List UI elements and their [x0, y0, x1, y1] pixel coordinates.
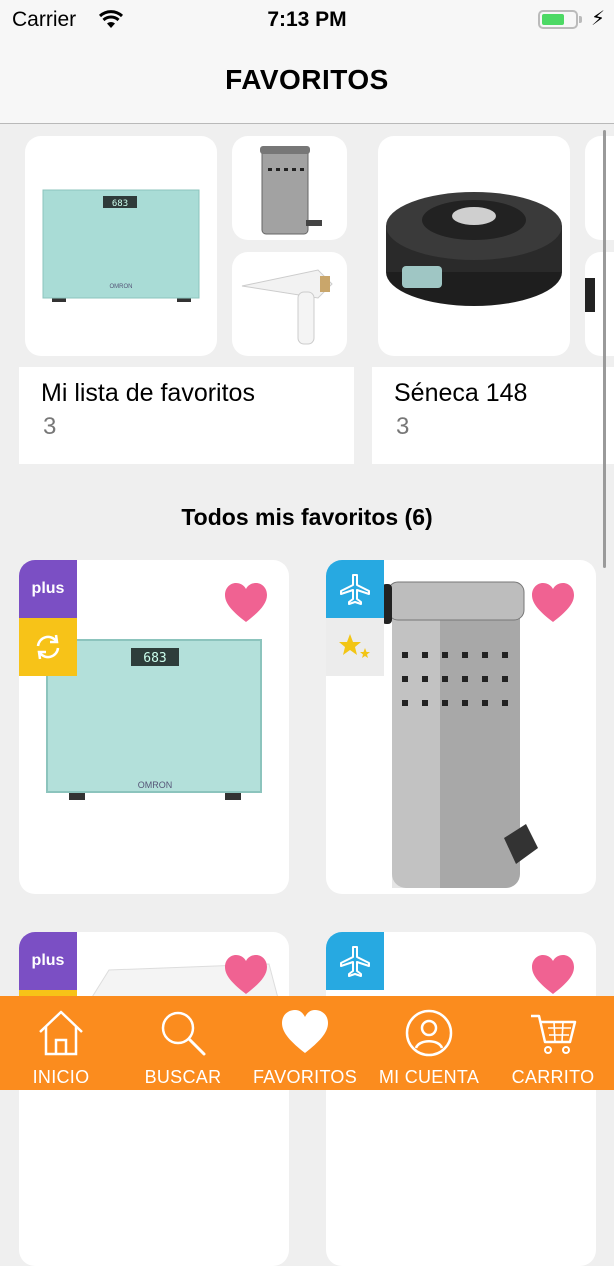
list-name: Mi lista de favoritos — [41, 379, 255, 407]
product-card-bin[interactable] — [326, 560, 596, 894]
airplane-icon — [340, 946, 370, 977]
scale-image: 683 OMRON — [42, 189, 200, 302]
search-icon — [161, 1011, 206, 1056]
product-card-container[interactable]: plus — [19, 932, 289, 1266]
scale-display: 683 — [143, 651, 166, 666]
airplane-badge — [326, 560, 384, 618]
tab-mi-cuenta[interactable]: MI CUENTA — [366, 996, 492, 1090]
tab-buscar[interactable]: BUSCAR — [122, 996, 244, 1090]
list-thumb-partial-2 — [585, 252, 614, 356]
tab-label: FAVORITOS — [252, 1067, 358, 1087]
list-thumb-scale: 683 OMRON — [25, 136, 217, 356]
product-card-scale[interactable]: 683 OMRON plus — [19, 560, 289, 894]
refresh-badge — [19, 618, 77, 676]
product-card-4[interactable] — [326, 932, 596, 1266]
list-count: 3 — [396, 413, 410, 440]
tab-carrito[interactable]: CARRITO — [492, 996, 614, 1090]
tab-label: INICIO — [32, 1067, 90, 1087]
tab-label: BUSCAR — [144, 1067, 222, 1087]
user-icon — [405, 1009, 453, 1057]
scrollbar[interactable] — [603, 130, 606, 568]
favorite-lists-carousel[interactable]: 683 OMRON Mi lista de favoritos 3 Séneca… — [0, 124, 614, 474]
favorite-heart-icon[interactable] — [223, 582, 269, 624]
stars-badge — [326, 618, 384, 676]
charging-icon: ⚡︎ — [591, 8, 606, 30]
scale-brand: OMRON — [110, 284, 133, 290]
list-name: Séneca 148 — [394, 379, 528, 407]
list-info: Mi lista de favoritos 3 — [19, 367, 354, 464]
page-title: FAVORITOS — [225, 64, 389, 95]
list-card-seneca[interactable]: Séneca 148 3 — [372, 136, 614, 464]
hairdryer-image — [241, 269, 333, 345]
battery-tip — [579, 16, 582, 23]
bin-product-image — [382, 581, 538, 888]
bin-image — [260, 146, 322, 235]
tab-label: MI CUENTA — [378, 1067, 480, 1087]
tab-favoritos[interactable]: FAVORITOS — [244, 996, 366, 1090]
airplane-badge — [326, 932, 384, 990]
list-info: Séneca 148 3 — [372, 367, 614, 464]
tab-label: CARRITO — [511, 1067, 595, 1087]
tab-inicio[interactable]: INICIO — [0, 996, 122, 1090]
tab-bar: INICIO BUSCAR FAVORITOS MI CUENTA CARRIT… — [0, 996, 614, 1090]
cake-pan-image — [386, 192, 562, 306]
scale-display: 683 — [112, 199, 128, 209]
airplane-icon — [340, 574, 370, 605]
list-thumb-cake-pan — [378, 136, 570, 356]
list-thumb-partial-1 — [585, 136, 614, 240]
heart-icon — [282, 1010, 328, 1053]
plus-badge-label: plus — [31, 952, 65, 969]
stars-icon — [339, 634, 370, 658]
plus-badge: plus — [19, 560, 77, 618]
list-thumb-bin — [232, 136, 347, 240]
battery-icon — [538, 10, 578, 29]
refresh-icon — [36, 634, 60, 660]
partial-image — [585, 278, 595, 312]
cart-icon — [531, 1014, 577, 1054]
status-bar: Carrier 7:13 PM ⚡︎ — [0, 0, 614, 40]
scale-brand: OMRON — [138, 780, 173, 790]
list-card-mi-lista[interactable]: 683 OMRON Mi lista de favoritos 3 — [19, 136, 354, 464]
favorite-heart-icon[interactable] — [223, 954, 269, 996]
favorite-heart-icon[interactable] — [530, 954, 576, 996]
list-count: 3 — [43, 413, 57, 440]
plus-badge-label: plus — [31, 580, 65, 597]
plus-badge: plus — [19, 932, 77, 990]
clock: 7:13 PM — [267, 8, 347, 31]
list-thumb-hairdryer — [232, 252, 347, 356]
home-icon — [39, 1010, 83, 1056]
favorite-heart-icon[interactable] — [530, 582, 576, 624]
section-title: Todos mis favoritos (6) — [181, 504, 433, 530]
navigation-bar: FAVORITOS — [0, 40, 614, 124]
